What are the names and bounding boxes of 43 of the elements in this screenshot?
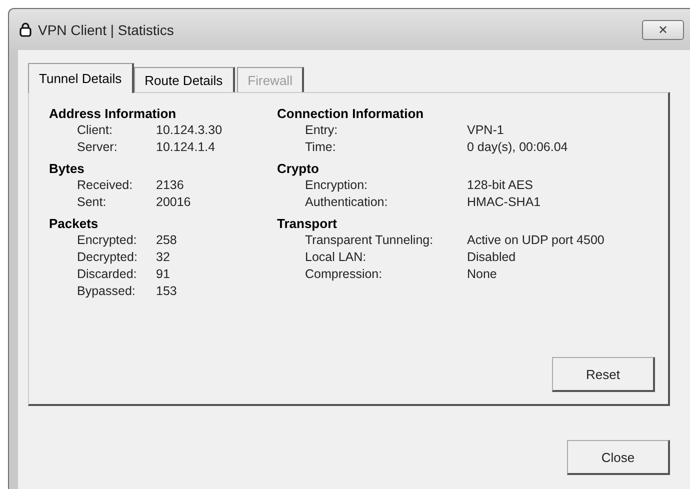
field-label: Sent:: [77, 194, 108, 211]
field-label: Client:: [77, 122, 114, 139]
tab[interactable]: Route Details: [134, 67, 235, 92]
field-label: Bypassed:: [77, 283, 136, 300]
field-value: HMAC-SHA1: [467, 194, 541, 211]
field-label: Server:: [77, 139, 118, 156]
tab[interactable]: Tunnel Details: [28, 63, 134, 93]
field-label: Time:: [305, 139, 337, 156]
section-heading: Connection Information: [277, 105, 425, 122]
field-value: Disabled: [467, 249, 516, 266]
field-value: Active on UDP port 4500: [467, 232, 604, 249]
field-value: 0 day(s), 00:06.04: [467, 139, 568, 156]
field-label: Decrypted:: [77, 249, 138, 266]
close-button[interactable]: Close: [567, 440, 670, 475]
field-value: 32: [156, 249, 170, 266]
field-label: Local LAN:: [305, 249, 368, 266]
field-value: 2136: [156, 177, 184, 194]
field-value: 20016: [156, 194, 191, 211]
field-label: Authentication:: [305, 194, 389, 211]
field-label: Discarded:: [77, 266, 138, 283]
field-value: 91: [156, 266, 170, 283]
field-value: None: [467, 266, 497, 283]
section-heading: Bytes: [49, 160, 86, 177]
field-value: 10.124.1.4: [156, 139, 216, 156]
field-value: 128-bit AES: [467, 177, 534, 194]
field-label: Compression:: [305, 266, 384, 283]
close-window-button[interactable]: ✕: [642, 20, 684, 40]
reset-button[interactable]: Reset: [552, 357, 655, 392]
section-heading: Address Information: [49, 105, 178, 122]
field-label: Encryption:: [305, 177, 369, 194]
section-heading: Crypto: [277, 160, 320, 177]
field-value: 153: [156, 283, 177, 300]
field-label: Entry:: [305, 122, 339, 139]
field-label: Transparent Tunneling:: [305, 232, 434, 249]
field-value: 10.124.3.30: [156, 122, 222, 139]
padlock-icon: [19, 22, 32, 37]
section-heading: Packets: [49, 215, 100, 232]
field-value: 258: [156, 232, 177, 249]
field-label: Received:: [77, 177, 134, 194]
window-title: VPN Client | Statistics: [38, 22, 175, 38]
section-heading: Transport: [277, 215, 338, 232]
field-label: Encrypted:: [77, 232, 138, 249]
field-value: VPN-1: [467, 122, 504, 139]
